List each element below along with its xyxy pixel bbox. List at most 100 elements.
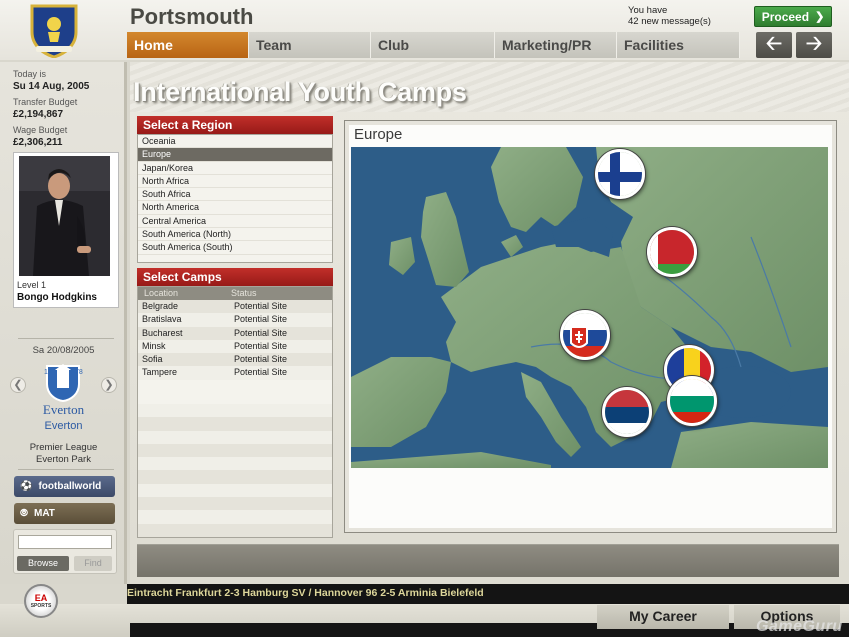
region-list: Oceania Europe Japan/Korea North Africa Sout… — [137, 134, 333, 263]
europe-map[interactable] — [351, 147, 828, 468]
wage-budget-value: £2,306,211 — [13, 137, 63, 148]
top-header: Portsmouth You have 42 new message(s) Pr… — [0, 0, 849, 60]
today-label: Today is — [13, 69, 47, 79]
svg-text:78: 78 — [75, 369, 83, 376]
left-sidebar: Today is Su 14 Aug, 2005 Transfer Budget… — [0, 62, 127, 584]
transfer-budget-label: Transfer Budget — [13, 97, 78, 107]
chevron-left-icon[interactable]: ❮ — [10, 377, 26, 393]
region-item[interactable]: Oceania — [138, 135, 332, 149]
empty-row — [138, 430, 332, 444]
table-header: Location Status — [138, 287, 332, 300]
manager-name: Bongo Hodgkins — [17, 292, 97, 303]
map-image — [351, 147, 828, 468]
empty-row — [138, 417, 332, 431]
tab-facilities[interactable]: Facilities — [617, 32, 740, 58]
table-row[interactable]: Sofia Potential Site — [138, 353, 332, 367]
map-title: Europe — [354, 126, 403, 143]
tab-team[interactable]: Team — [249, 32, 371, 58]
opponent-name[interactable]: Everton — [0, 420, 127, 432]
transfer-budget-value: £2,194,867 — [13, 109, 64, 120]
tab-marketing[interactable]: Marketing/PR — [495, 32, 617, 58]
finland-flag[interactable] — [595, 149, 645, 199]
map-panel: Europe — [344, 120, 837, 533]
camp-status: Potential Site — [234, 340, 288, 351]
proceed-label: Proceed — [761, 9, 810, 24]
region-item[interactable]: Central America — [138, 215, 332, 229]
region-item[interactable]: South America (South) — [138, 241, 332, 255]
camp-location: Bucharest — [142, 327, 183, 338]
club-name: Portsmouth — [130, 4, 254, 29]
tab-club[interactable]: Club — [371, 32, 495, 58]
chevron-right-icon: ❯ — [815, 11, 825, 23]
find-button[interactable]: Find — [74, 556, 112, 571]
mat-label: MAT — [34, 508, 55, 519]
belarus-flag[interactable] — [647, 227, 697, 277]
table-row[interactable]: Bratislava Potential Site — [138, 313, 332, 327]
camp-location: Belgrade — [142, 301, 179, 311]
swoosh-icon: ⦾ — [20, 508, 28, 519]
arrow-left-icon[interactable]: 🡠 — [756, 32, 792, 58]
camp-status: Potential Site — [234, 301, 288, 311]
empty-row — [138, 404, 332, 418]
wage-budget-label: Wage Budget — [13, 125, 68, 135]
chevron-right-icon[interactable]: ❯ — [101, 377, 117, 393]
football-icon: ⚽ — [20, 481, 33, 492]
camps-table: Location Status Belgrade Potential Site Br… — [137, 286, 333, 538]
ea-sports-logo-icon: EA SPORTS — [24, 584, 58, 618]
camp-location: Tampere — [142, 367, 178, 378]
today-value: Su 14 Aug, 2005 — [13, 81, 90, 92]
camp-location: Sofia — [142, 354, 163, 365]
bulgaria-flag[interactable] — [667, 376, 717, 426]
page-title: International Youth Camps — [133, 77, 467, 107]
empty-row — [138, 457, 332, 471]
svg-text:18: 18 — [44, 369, 52, 376]
empty-rows — [138, 404, 332, 537]
camp-rows: Belgrade Potential Site Bratislava Potentia… — [138, 300, 332, 380]
empty-row — [138, 470, 332, 484]
manager-level: Level 1 — [17, 280, 47, 290]
search-panel: Browse Find — [13, 529, 117, 574]
mat-button[interactable]: ⦾ MAT — [14, 503, 115, 524]
manager-photo — [19, 156, 110, 276]
region-item[interactable]: Japan/Korea — [138, 162, 332, 175]
tab-home[interactable]: Home — [127, 32, 249, 58]
manager-card[interactable]: Level 1 Bongo Hodgkins — [13, 152, 119, 308]
column-status[interactable]: Status — [231, 288, 257, 298]
region-item[interactable]: North Africa — [138, 175, 332, 189]
bottom-info-strip — [137, 544, 839, 577]
main-content: International Youth Camps Select a Regio… — [130, 62, 849, 584]
region-item[interactable]: Europe — [138, 148, 332, 162]
camp-status: Potential Site — [234, 327, 288, 338]
table-row[interactable]: Belgrade Potential Site — [138, 300, 332, 314]
search-input[interactable] — [18, 535, 112, 549]
messages-count: 42 new message(s) — [628, 16, 711, 27]
region-item[interactable]: North America — [138, 201, 332, 215]
proceed-button[interactable]: Proceed ❯ — [754, 6, 832, 27]
arrow-right-icon[interactable]: 🡢 — [796, 32, 832, 58]
camp-location: Minsk — [142, 340, 166, 351]
watermark: GameGuru — [756, 618, 843, 635]
messages-notice[interactable]: You have 42 new message(s) — [628, 5, 711, 27]
serbia-flag[interactable] — [602, 387, 652, 437]
fixture-date: Sa 20/08/2005 — [32, 345, 95, 356]
club-crest-icon — [30, 4, 78, 58]
my-career-button[interactable]: My Career — [597, 605, 729, 629]
camps-panel-header: Select Camps — [137, 268, 333, 286]
column-location[interactable]: Location — [144, 288, 178, 298]
table-row[interactable]: Minsk Potential Site — [138, 339, 332, 354]
region-item[interactable]: South Africa — [138, 188, 332, 202]
opponent-crest-label: Everton — [42, 402, 85, 417]
camp-status: Potential Site — [234, 314, 288, 325]
divider — [18, 338, 114, 339]
divider — [18, 469, 114, 470]
slovakia-flag[interactable] — [560, 310, 610, 360]
table-row[interactable]: Tampere Potential Site — [138, 366, 332, 380]
empty-row — [138, 497, 332, 511]
footballworld-button[interactable]: ⚽ footballworld — [14, 476, 115, 497]
footballworld-label: footballworld — [38, 481, 102, 492]
browse-button[interactable]: Browse — [17, 556, 69, 571]
region-item[interactable]: South America (North) — [138, 228, 332, 242]
empty-row — [138, 523, 332, 537]
table-row[interactable]: Bucharest Potential Site — [138, 326, 332, 340]
camp-status: Potential Site — [234, 367, 288, 378]
